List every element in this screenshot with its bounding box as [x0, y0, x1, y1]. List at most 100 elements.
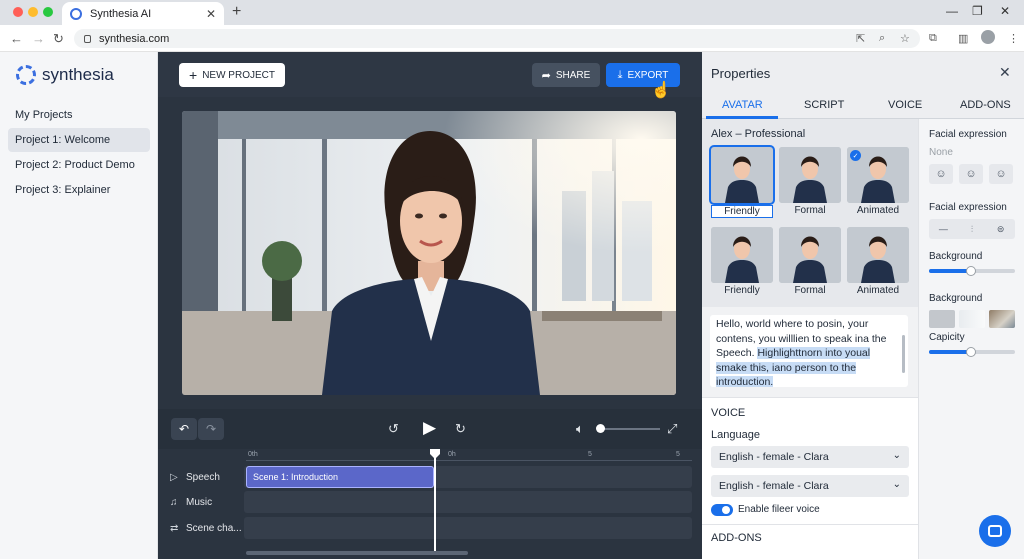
avatar-thumbnail: ✓: [847, 147, 909, 203]
export-label: EXPORT: [627, 69, 669, 81]
sidebar-item-project-2[interactable]: Project 2: Product Demo: [8, 153, 150, 177]
facial-expression-value: None: [929, 147, 953, 158]
fullscreen-icon[interactable]: ⤢: [667, 421, 677, 437]
zoom-icon[interactable]: ⌕: [879, 32, 885, 45]
avatar-thumbnail: [847, 227, 909, 283]
scene-change-track[interactable]: [244, 517, 692, 539]
volume-icon[interactable]: 🔈︎: [576, 421, 584, 437]
share-label: SHARE: [555, 69, 591, 81]
avatar-style-thumb[interactable]: Friendly: [711, 227, 773, 299]
chat-support-button[interactable]: [979, 515, 1011, 547]
ruler-tick-label: 5: [588, 451, 592, 458]
background-swatch-office[interactable]: [989, 310, 1015, 328]
filler-voice-toggle[interactable]: [711, 504, 733, 516]
window-minimize-icon[interactable]: —: [946, 4, 958, 18]
bookmark-star-icon[interactable]: ☆: [900, 32, 910, 45]
sidebar-item-project-3[interactable]: Project 3: Explainer: [8, 178, 150, 202]
window-close-icon[interactable]: ✕: [1000, 4, 1010, 18]
avatar-style-thumb[interactable]: Formal: [779, 227, 841, 299]
avatar-style-thumb[interactable]: Animated: [847, 227, 909, 299]
voice-select-value: English - female - Clara: [719, 480, 829, 492]
speech-clip[interactable]: Scene 1: Introduction: [246, 466, 434, 488]
editor-toolbar: + NEW PROJECT ➦ SHARE ⤓ EXPORT ☝: [158, 52, 702, 99]
voice-section-title: VOICE: [711, 407, 746, 419]
minimize-window-icon[interactable]: [28, 7, 38, 17]
forward-icon[interactable]: →: [32, 31, 45, 46]
avatar-style-thumb[interactable]: Friendly: [709, 145, 775, 219]
expression-segmented-control[interactable]: — ⫶ ⊜: [929, 219, 1015, 239]
close-icon[interactable]: ✕: [999, 64, 1011, 81]
reload-icon[interactable]: ↻: [53, 31, 64, 47]
waveform-icon[interactable]: ⫶: [958, 219, 987, 239]
sidebar-item-project-1[interactable]: Project 1: Welcome: [8, 128, 150, 152]
add-ons-section-title: ADD-ONS: [711, 532, 762, 544]
extensions-icon[interactable]: ⧉: [929, 32, 937, 45]
close-tab-icon[interactable]: ✕: [206, 7, 216, 21]
maximize-window-icon[interactable]: [43, 7, 53, 17]
avatar-style-label: Formal: [794, 285, 826, 296]
playhead-line[interactable]: [434, 453, 436, 551]
volume-slider-track[interactable]: [600, 428, 660, 430]
hand-cursor-icon: ☝: [651, 82, 671, 99]
play-icon[interactable]: ▶: [423, 418, 436, 438]
track-label-music: ♫ Music: [170, 497, 212, 508]
avatar-style-thumb[interactable]: Formal: [779, 147, 841, 219]
ruler-tick-label: 5: [676, 451, 680, 458]
background-swatch-light[interactable]: [959, 310, 985, 328]
play-outline-icon: ▷: [170, 472, 178, 483]
side-panel-icon[interactable]: ▥: [958, 32, 968, 45]
language-select[interactable]: English - female - Clara ⌄: [711, 446, 909, 468]
smile-icon[interactable]: ☺: [959, 164, 983, 184]
capacity-label: Capicity: [929, 332, 965, 343]
neutral-icon[interactable]: —: [929, 219, 958, 239]
balance-icon[interactable]: ⊜: [986, 219, 1015, 239]
smile-icon[interactable]: ☺: [989, 164, 1013, 184]
share-page-icon[interactable]: ⇱: [856, 32, 865, 45]
synthesia-logo-icon: [16, 65, 36, 85]
rewind-10-icon[interactable]: ↺: [388, 421, 399, 437]
redo-button[interactable]: ↷: [198, 418, 224, 440]
browser-tab[interactable]: Synthesia AI ✕: [62, 2, 224, 25]
smile-icon[interactable]: ☺: [929, 164, 953, 184]
background-swatch-gray[interactable]: [929, 310, 955, 328]
background-slider[interactable]: [929, 266, 1015, 276]
filler-voice-label: Enable fileer voice: [738, 504, 820, 515]
share-button[interactable]: ➦ SHARE: [532, 63, 600, 87]
capacity-slider[interactable]: [929, 347, 1015, 357]
url-field[interactable]: synthesia.com: [74, 29, 920, 48]
back-icon[interactable]: ←: [10, 31, 23, 46]
divider: [702, 524, 918, 525]
new-project-button[interactable]: + NEW PROJECT: [179, 63, 285, 87]
tab-add-ons[interactable]: ADD-ONS: [960, 99, 1011, 111]
properties-header: Properties ✕: [702, 52, 1024, 94]
synthesia-logo[interactable]: synthesia: [16, 65, 114, 85]
background-label: Background: [929, 293, 983, 304]
script-scrollbar[interactable]: [902, 335, 905, 373]
undo-button[interactable]: ↶: [171, 418, 197, 440]
music-track[interactable]: [244, 491, 692, 513]
timeline-scrollbar[interactable]: [246, 551, 468, 555]
slider-handle[interactable]: [966, 347, 976, 357]
close-window-icon[interactable]: [13, 7, 23, 17]
menu-kebab-icon[interactable]: ⋮: [1008, 32, 1019, 45]
avatar-style-label: Friendly: [711, 205, 773, 218]
tab-script[interactable]: SCRIPT: [804, 99, 844, 111]
tab-voice[interactable]: VOICE: [888, 99, 922, 111]
chevron-down-icon: ⌄: [892, 479, 901, 490]
profile-avatar-icon[interactable]: [981, 30, 995, 44]
slider-handle[interactable]: [966, 266, 976, 276]
video-editor: + NEW PROJECT ➦ SHARE ⤓ EXPORT ☝ ↶ ↷ ↺ ▶…: [158, 52, 702, 559]
tab-avatar[interactable]: AVATAR: [722, 99, 763, 111]
synthesia-favicon-icon: [70, 7, 82, 20]
volume-slider-handle[interactable]: [596, 424, 605, 433]
script-textarea[interactable]: Hello, world where to posin, your conten…: [710, 315, 908, 387]
avatar-style-thumb[interactable]: ✓ Animated: [847, 147, 909, 219]
video-canvas[interactable]: [182, 111, 676, 395]
forward-10-icon[interactable]: ↻: [455, 421, 466, 437]
new-tab-icon[interactable]: +: [232, 3, 241, 21]
voice-select[interactable]: English - female - Clara ⌄: [711, 475, 909, 497]
avatar-style-label: Animated: [856, 285, 900, 296]
sidebar-item-my-projects[interactable]: My Projects: [8, 103, 150, 127]
window-restore-icon[interactable]: ❐: [972, 4, 983, 18]
scene-transition-icon: ⇄: [170, 523, 179, 534]
